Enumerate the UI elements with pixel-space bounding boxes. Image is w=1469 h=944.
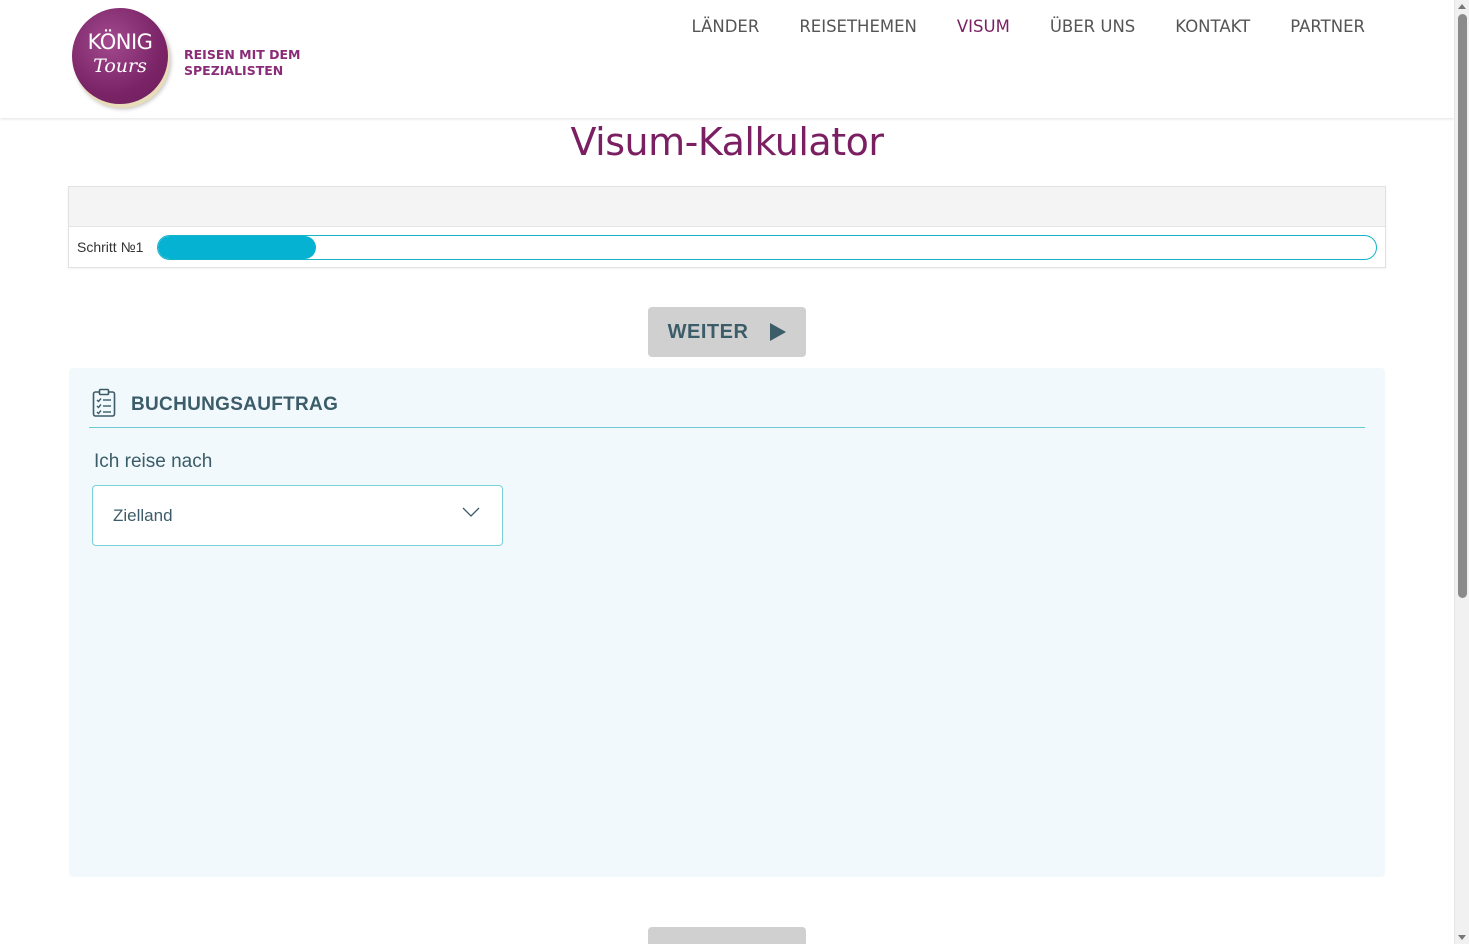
play-icon: [770, 323, 787, 341]
logo-text-tours: Tours: [93, 55, 147, 77]
weiter-button-bottom[interactable]: [648, 927, 806, 944]
konig-tours-logo[interactable]: KÖNIG Tours: [72, 8, 168, 104]
destination-select[interactable]: Zielland: [92, 485, 503, 546]
nav-item-laender[interactable]: LÄNDER: [692, 17, 760, 36]
tagline-line2: SPEZIALISTEN: [184, 63, 284, 78]
scrollbar-thumb[interactable]: [1458, 14, 1467, 598]
booking-panel: BUCHUNGSAUFTRAG Ich reise nach Zielland: [69, 368, 1385, 877]
clipboard-checklist-icon: [92, 388, 116, 417]
progress-bar-fill: [158, 236, 317, 259]
scrollbar[interactable]: [1454, 0, 1469, 944]
progress-panel: Schritt №1: [68, 186, 1386, 268]
weiter-button-label: WEITER: [667, 320, 749, 343]
destination-label: Ich reise nach: [94, 451, 213, 472]
booking-title: BUCHUNGSAUFTRAG: [131, 394, 339, 415]
weiter-button[interactable]: WEITER: [648, 307, 806, 357]
booking-header: BUCHUNGSAUFTRAG: [89, 388, 1365, 428]
page-title: Visum-Kalkulator: [570, 120, 884, 164]
nav-item-kontakt[interactable]: KONTAKT: [1175, 17, 1250, 36]
tagline-line1: REISEN MIT DEM: [184, 47, 301, 62]
page: KÖNIG Tours REISEN MIT DEM SPEZIALISTEN …: [0, 0, 1469, 944]
chevron-down-icon: [462, 507, 480, 517]
scroll-down-arrow-icon[interactable]: [1458, 935, 1466, 940]
progress-bar: [157, 235, 1377, 260]
destination-select-value: Zielland: [113, 506, 173, 525]
logo-text-konig: KÖNIG: [87, 30, 153, 54]
nav-item-partner[interactable]: PARTNER: [1290, 17, 1365, 36]
tagline: REISEN MIT DEM SPEZIALISTEN: [184, 47, 314, 79]
nav-item-reisethemen[interactable]: REISETHEMEN: [799, 17, 917, 36]
step-label: Schritt №1: [77, 239, 144, 255]
scroll-up-arrow-icon[interactable]: [1458, 4, 1466, 9]
site-header: KÖNIG Tours REISEN MIT DEM SPEZIALISTEN …: [0, 0, 1454, 118]
nav-item-ueber-uns[interactable]: ÜBER UNS: [1050, 17, 1135, 36]
nav-item-visum[interactable]: VISUM: [957, 17, 1010, 36]
main-nav: LÄNDER REISETHEMEN VISUM ÜBER UNS KONTAK…: [692, 17, 1365, 36]
progress-panel-header: [69, 187, 1385, 227]
